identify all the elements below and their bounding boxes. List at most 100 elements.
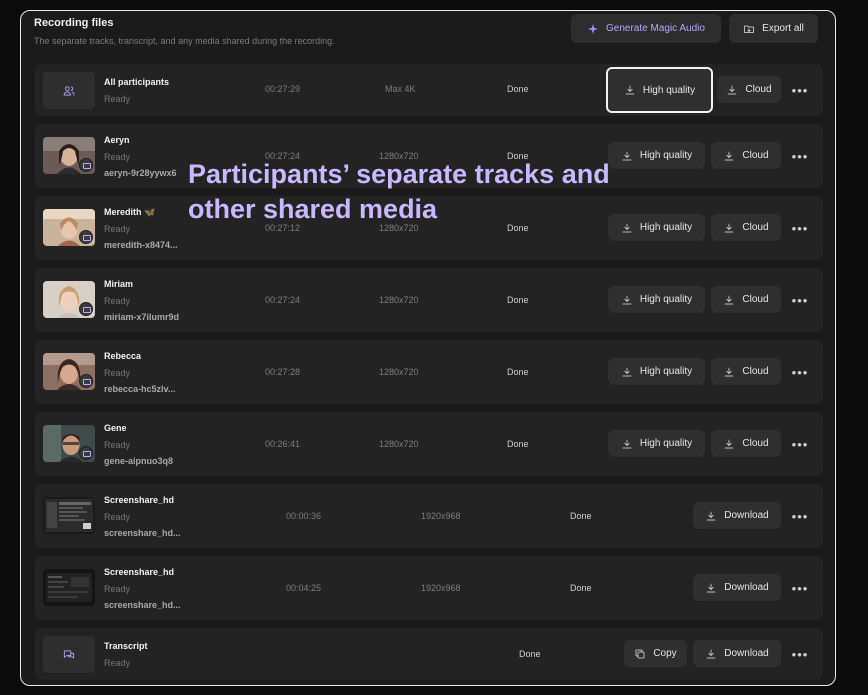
download-button[interactable]: Download (693, 574, 781, 601)
export-all-button[interactable]: Export all (729, 14, 818, 43)
transcript-thumb (43, 636, 95, 673)
track-status: Ready (104, 658, 131, 668)
download-label: Download (724, 510, 769, 521)
high-quality-label: High quality (639, 366, 693, 377)
list-item: Gene Ready gene-aipnuo3q8 00:26:41 1280x… (35, 412, 823, 476)
download-icon (725, 295, 734, 304)
screenshare-thumbnail (43, 497, 95, 534)
track-name: Screenshare_hd (104, 495, 175, 505)
section-title: Recording files (34, 17, 114, 29)
download-icon (622, 223, 632, 232)
track-id: screenshare_hd... (104, 600, 181, 610)
list-item: Rebecca Ready rebecca-hc5zlv... 00:27:28… (35, 340, 823, 404)
folder-download-icon (744, 25, 755, 33)
cloud-download-button[interactable]: Cloud (711, 142, 781, 169)
participant-thumbnail (43, 281, 95, 318)
participant-thumbnail (43, 425, 95, 462)
track-status: Ready (104, 512, 131, 522)
track-state: Done (507, 84, 529, 94)
download-button[interactable]: Download (693, 640, 781, 667)
track-duration: 00:27:24 (265, 295, 301, 305)
track-duration: 00:27:29 (265, 84, 301, 94)
cloud-label: Cloud (742, 438, 769, 449)
high-quality-label: High quality (642, 84, 696, 96)
track-id: meredith-x8474... (104, 240, 178, 250)
more-options-icon[interactable]: ••• (790, 80, 810, 100)
cloud-label: Cloud (742, 150, 769, 161)
users-icon (63, 85, 75, 96)
more-options-icon[interactable]: ••• (790, 362, 810, 382)
track-resolution: 1920x968 (421, 583, 461, 593)
more-options-icon[interactable]: ••• (790, 218, 810, 238)
track-id: miriam-x7ilumr9d (104, 312, 180, 322)
download-icon (706, 649, 716, 658)
more-options-icon[interactable]: ••• (790, 644, 810, 664)
section-subtitle: The separate tracks, transcript, and any… (34, 36, 335, 46)
sparkle-icon (588, 23, 599, 34)
cloud-download-button[interactable]: Cloud (711, 430, 781, 457)
high-quality-download-button[interactable]: High quality (608, 430, 705, 457)
list-item: Screenshare_hd Ready screenshare_hd... 0… (35, 484, 823, 548)
high-quality-download-button[interactable]: High quality (608, 358, 705, 385)
track-id: screenshare_hd... (104, 528, 181, 538)
camera-badge-icon (79, 302, 93, 316)
participant-thumbnail (43, 209, 95, 246)
list-item: Transcript Ready Done Copy Download ••• (35, 628, 823, 680)
cloud-download-button[interactable]: Cloud (717, 76, 781, 103)
more-options-icon[interactable]: ••• (790, 506, 810, 526)
track-duration: 00:04:25 (286, 583, 322, 593)
download-icon (622, 367, 632, 376)
track-duration: 00:26:41 (265, 439, 301, 449)
more-options-icon[interactable]: ••• (790, 146, 810, 166)
download-icon (725, 367, 734, 376)
list-item: All participants Ready 00:27:29 Max 4K D… (35, 64, 823, 116)
annotation-line-2: other shared media (188, 194, 438, 224)
camera-badge-icon (79, 158, 93, 172)
generate-magic-audio-button[interactable]: Generate Magic Audio (571, 14, 721, 43)
track-status: Ready (104, 440, 131, 450)
track-duration: 00:27:28 (265, 367, 301, 377)
download-icon (725, 151, 734, 160)
cloud-label: Cloud (742, 294, 769, 305)
high-quality-label: High quality (639, 222, 693, 233)
track-id: gene-aipnuo3q8 (104, 456, 174, 466)
cloud-label: Cloud (742, 366, 769, 377)
cloud-label: Cloud (742, 222, 769, 233)
copy-button[interactable]: Copy (624, 640, 687, 667)
track-resolution: 1280x720 (379, 295, 419, 305)
cloud-download-button[interactable]: Cloud (711, 286, 781, 313)
high-quality-download-button[interactable]: High quality (608, 286, 705, 313)
recording-files-panel: Recording files The separate tracks, tra… (20, 10, 836, 686)
cloud-download-button[interactable]: Cloud (711, 358, 781, 385)
annotation-overlay: Participants’ separate tracks and other … (188, 157, 610, 227)
high-quality-label: High quality (639, 150, 693, 161)
more-options-icon[interactable]: ••• (790, 434, 810, 454)
more-options-icon[interactable]: ••• (790, 290, 810, 310)
download-label: Download (724, 582, 769, 593)
track-resolution: 1920x968 (421, 511, 461, 521)
export-all-label: Export all (762, 23, 804, 34)
cloud-download-button[interactable]: Cloud (711, 214, 781, 241)
camera-badge-icon (79, 230, 93, 244)
track-state: Done (507, 439, 529, 449)
participant-thumbnail (43, 137, 95, 174)
screenshare-preview (43, 497, 95, 534)
more-options-icon[interactable]: ••• (790, 578, 810, 598)
track-status: Ready (104, 224, 131, 234)
track-status: Ready (104, 94, 131, 104)
track-name: Meredith 🦋 (104, 207, 156, 217)
download-button[interactable]: Download (693, 502, 781, 529)
download-icon (622, 151, 632, 160)
track-name: Miriam (104, 279, 134, 289)
track-status: Ready (104, 296, 131, 306)
download-icon (625, 85, 635, 95)
track-id: aeryn-9r28yywx6 (104, 168, 177, 178)
track-status: Ready (104, 368, 131, 378)
transcript-icon (63, 649, 75, 658)
track-id: rebecca-hc5zlv... (104, 384, 176, 394)
track-state: Done (570, 511, 592, 521)
high-quality-download-button[interactable]: High quality (606, 67, 713, 113)
camera-badge-icon (79, 446, 93, 460)
high-quality-download-button[interactable]: High quality (608, 142, 705, 169)
high-quality-download-button[interactable]: High quality (608, 214, 705, 241)
